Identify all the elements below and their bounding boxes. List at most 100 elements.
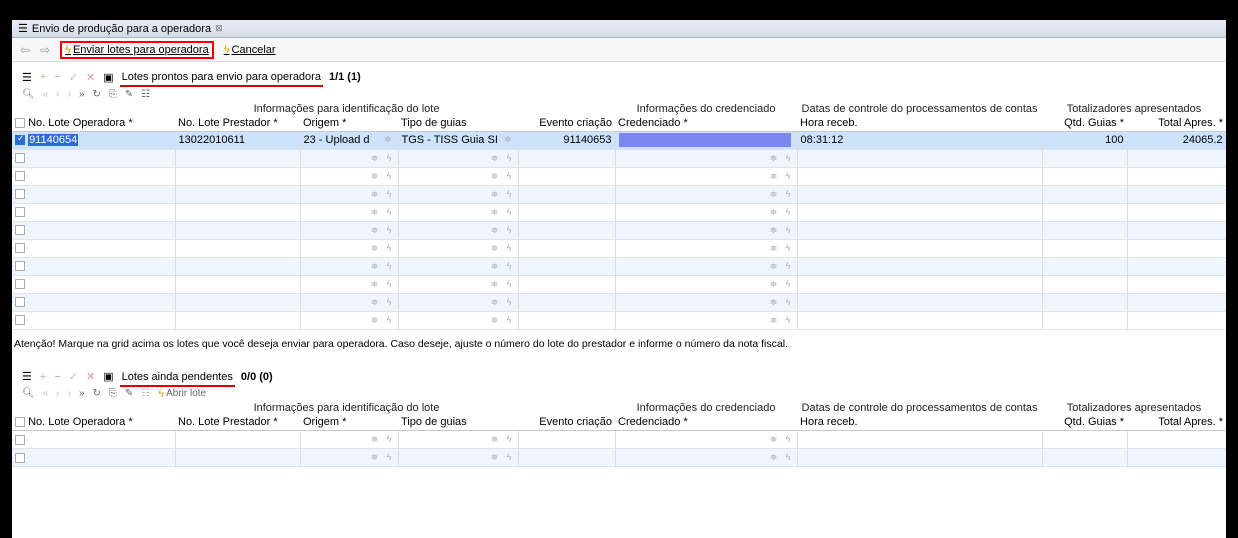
grid-cell[interactable] [518, 293, 616, 312]
grid-cell[interactable]: ≑ ϟ [398, 257, 519, 276]
grid-cell[interactable]: ≑ ϟ [300, 221, 399, 240]
table-row[interactable]: 91140654 13022010611 23 - Upload d≑ TGS … [12, 131, 1226, 150]
row-checkbox[interactable] [15, 207, 25, 218]
grid-cell[interactable]: ≑ ϟ [300, 149, 399, 168]
grid-cell[interactable] [1042, 221, 1128, 240]
col-total[interactable]: Total Apres. * [1127, 414, 1226, 431]
export-icon[interactable]: ⎘ [109, 388, 117, 399]
last-page-icon[interactable]: » [79, 388, 85, 399]
lote-operadora-cell[interactable]: 91140654 [28, 134, 79, 146]
grid-cell[interactable] [797, 185, 1043, 204]
grid-cell[interactable] [1127, 448, 1226, 467]
grid-cell[interactable] [797, 203, 1043, 222]
grid-cell[interactable] [518, 430, 616, 449]
grid-cell[interactable] [797, 430, 1043, 449]
search-icon[interactable]: 🔍︎ [22, 89, 35, 100]
grid-cell[interactable] [1042, 275, 1128, 294]
row-checkbox[interactable] [15, 297, 25, 308]
col-evento[interactable]: Evento criação [518, 414, 616, 431]
grid-cell[interactable]: ≑ ϟ [398, 239, 519, 258]
row-checkbox[interactable] [15, 261, 25, 272]
table-row[interactable]: ≑ ϟ ≑ ϟ ≑ ϟ [12, 311, 1226, 330]
grid-cell[interactable] [518, 149, 616, 168]
grid-cell[interactable] [1127, 239, 1226, 258]
save-icon[interactable]: ▣ [103, 71, 113, 84]
menu-icon[interactable]: ☰ [22, 370, 32, 383]
grid-cell[interactable] [518, 257, 616, 276]
grid-cell[interactable] [12, 239, 176, 258]
table-row[interactable]: ≑ ϟ ≑ ϟ ≑ ϟ [12, 221, 1226, 240]
grid-cell[interactable] [1042, 185, 1128, 204]
back-arrow-icon[interactable]: ⇦ [20, 43, 30, 57]
grid-cell[interactable] [797, 221, 1043, 240]
grid-cell[interactable] [1127, 293, 1226, 312]
row-checkbox[interactable] [15, 243, 25, 254]
grid-cell[interactable] [518, 203, 616, 222]
col-credenciado[interactable]: Credenciado * [615, 414, 798, 431]
col-hora[interactable]: Hora receb. [797, 115, 1043, 132]
grid-cell[interactable]: ≑ ϟ [615, 257, 798, 276]
row-checkbox[interactable] [15, 434, 25, 445]
grid-cell[interactable]: ≑ ϟ [398, 275, 519, 294]
grid-cell[interactable] [12, 430, 176, 449]
grid-cell[interactable] [1042, 257, 1128, 276]
wrench-icon[interactable]: ✎ [125, 388, 133, 399]
table-row[interactable]: ≑ ϟ ≑ ϟ ≑ ϟ [12, 167, 1226, 186]
grid-cell[interactable] [797, 311, 1043, 330]
grid-cell[interactable] [1042, 430, 1128, 449]
col-tipo-guias[interactable]: Tipo de guias [398, 414, 519, 431]
col-total[interactable]: Total Apres. * [1127, 115, 1226, 132]
grid-cell[interactable]: ≑ ϟ [300, 257, 399, 276]
table-row[interactable]: ≑ ϟ ≑ ϟ ≑ ϟ [12, 293, 1226, 312]
grid-cell[interactable]: ≑ ϟ [300, 448, 399, 467]
grid-cell[interactable] [518, 275, 616, 294]
grid-cell[interactable] [12, 448, 176, 467]
grid-cell[interactable] [1127, 149, 1226, 168]
grid-cell[interactable] [518, 311, 616, 330]
grid-cell[interactable] [175, 167, 301, 186]
grid-cell[interactable] [12, 167, 176, 186]
grid-cell[interactable] [175, 239, 301, 258]
grid-cell[interactable] [1127, 257, 1226, 276]
grid-cell[interactable] [1127, 185, 1226, 204]
grid-cell[interactable]: ≑ ϟ [300, 167, 399, 186]
grid-cell[interactable]: ≑ ϟ [615, 149, 798, 168]
grid-cell[interactable]: ≑ ϟ [615, 239, 798, 258]
grid-cell[interactable] [175, 257, 301, 276]
col-origem[interactable]: Origem * [300, 414, 398, 431]
grid-cell[interactable] [1042, 293, 1128, 312]
table-row[interactable]: ≑ ϟ ≑ ϟ ≑ ϟ [12, 203, 1226, 222]
grid-cell[interactable]: ≑ ϟ [615, 430, 798, 449]
grid-cell[interactable] [1042, 203, 1128, 222]
col-lote-operadora[interactable]: No. Lote Operadora * [12, 115, 175, 132]
save-icon[interactable]: ▣ [103, 370, 113, 383]
grid-cell[interactable] [1127, 203, 1226, 222]
grid-cell[interactable]: ≑ ϟ [398, 167, 519, 186]
grid-cell[interactable] [1127, 221, 1226, 240]
grid-cell[interactable]: ≑ ϟ [398, 311, 519, 330]
refresh-icon[interactable]: ↻ [93, 89, 101, 100]
close-icon[interactable]: ⊠ [215, 23, 223, 34]
grid-cell[interactable] [797, 448, 1043, 467]
grid-cell[interactable] [175, 293, 301, 312]
grid-cell[interactable] [518, 221, 616, 240]
refresh-icon[interactable]: ↻ [93, 388, 101, 399]
grid-cell[interactable] [175, 185, 301, 204]
grid-cell[interactable] [12, 275, 176, 294]
table-row[interactable]: ≑ ϟ ≑ ϟ ≑ ϟ [12, 430, 1226, 449]
origem-cell[interactable]: 23 - Upload d ≑ [300, 131, 399, 150]
table-row[interactable]: ≑ ϟ ≑ ϟ ≑ ϟ [12, 239, 1226, 258]
table-row[interactable]: ≑ ϟ ≑ ϟ ≑ ϟ [12, 448, 1226, 467]
grid-cell[interactable] [12, 311, 176, 330]
row-checkbox[interactable] [15, 315, 25, 326]
grid-cell[interactable] [1127, 275, 1226, 294]
grid-cell[interactable]: ≑ ϟ [615, 448, 798, 467]
table-row[interactable]: ≑ ϟ ≑ ϟ ≑ ϟ [12, 275, 1226, 294]
grid-cell[interactable]: ≑ ϟ [615, 275, 798, 294]
row-checkbox[interactable] [15, 171, 25, 182]
search-icon[interactable]: 🔍︎ [22, 388, 35, 399]
grid-cell[interactable]: ≑ ϟ [300, 203, 399, 222]
grid-cell[interactable] [175, 203, 301, 222]
col-origem[interactable]: Origem * [300, 115, 398, 132]
menu-icon[interactable]: ☰ [22, 71, 32, 84]
